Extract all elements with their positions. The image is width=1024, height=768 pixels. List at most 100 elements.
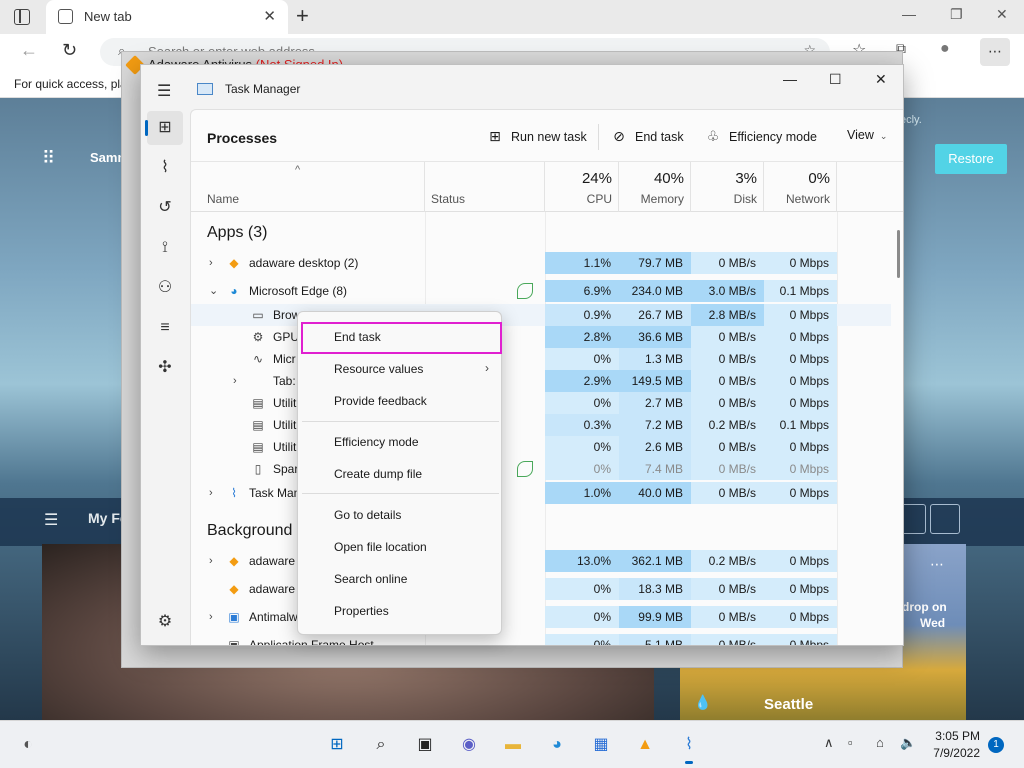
start-icon[interactable]: ⊞ [325,733,349,757]
status-column-header[interactable]: Status [425,162,545,212]
go-to-details-item[interactable]: Go to details [298,500,503,530]
startup-apps-nav-icon[interactable]: ⟟ [147,231,183,265]
apps-grid-icon[interactable]: ⠿ [42,148,57,169]
table-row[interactable]: › Tab: 2.9% 149.5 MB 0 MB/s 0 Mbps [191,370,891,392]
apps-group-heading: Apps (3) [207,224,268,241]
restore-button[interactable]: Restore [935,144,1007,174]
show-hidden-icons-icon[interactable]: ∧ [824,735,834,751]
efficiency-mode-button[interactable]: ♧ Efficiency mode [705,128,817,145]
resource-values-item[interactable]: Resource values › [298,354,503,384]
tab-new-tab[interactable]: New tab ✕ [46,0,288,34]
chevron-right-icon[interactable]: › [209,252,213,274]
table-row[interactable]: ▭ Brow 0.9% 26.7 MB 2.8 MB/s 0 Mbps [191,304,891,326]
chevron-down-icon[interactable]: ⌄ [209,280,218,302]
table-row[interactable]: › ▣ Antimalw 0% 99.9 MB 0 MB/s 0 Mbps [191,606,891,628]
services-nav-icon[interactable]: ✣ [147,351,183,385]
performance-nav-icon[interactable]: ⌇ [147,151,183,185]
menu-item-label: Go to details [334,508,402,522]
settings-menu-icon[interactable]: ⋯ [980,38,1010,66]
menu-item-label: Provide feedback [334,394,427,408]
disk-cell: 0 MB/s [691,482,764,504]
chat-icon[interactable]: ◉ [457,733,481,757]
close-icon[interactable]: ✕ [875,71,887,88]
volume-icon[interactable]: 🔈 [900,735,916,751]
details-nav-icon[interactable]: ≡ [147,311,183,345]
back-icon[interactable]: ← [20,40,38,61]
table-row[interactable]: ▤ Utilit 0% 2.6 MB 0 MB/s 0 Mbps [191,436,891,458]
task-manager-window: ☰ Task Manager — ☐ ✕ ⊞ ⌇ ↺ ⟟ ⚇ ≡ ✣ ⚙ Pro… [140,64,904,646]
close-window-icon[interactable]: ✕ [996,6,1008,23]
disk-column-label: Disk [733,192,757,206]
name-column-label: Name [207,192,240,206]
view-dropdown[interactable]: View ⌄ [847,128,887,142]
table-row[interactable]: ▤ Utilit 0.3% 7.2 MB 0.2 MB/s 0.1 Mbps [191,414,891,436]
end-task-button[interactable]: ⊘ End task [611,128,684,145]
disk-column-header[interactable]: 3% Disk [691,162,764,212]
feed-menu-icon[interactable]: ☰ [44,510,58,530]
memory-cell: 36.6 MB [619,326,691,348]
notification-badge[interactable]: 1 [988,737,1004,753]
list-view-icon[interactable] [930,504,960,534]
widgets-icon[interactable]: ◐ [16,733,40,757]
network-icon[interactable]: ⌂ [876,735,884,750]
create-dump-file-item[interactable]: Create dump file [298,459,503,489]
network-cell: 0 Mbps [764,482,837,504]
close-tab-icon[interactable]: ✕ [263,7,276,25]
table-row[interactable]: ▯ Spar 0% 7.4 MB 0 MB/s 0 Mbps [191,458,891,480]
end-task-item[interactable]: End task [298,322,503,352]
refresh-icon[interactable]: ↻ [62,40,77,61]
properties-item[interactable]: Properties [298,596,503,626]
table-row[interactable]: › ◆ adaware desktop (2) 1.1% 79.7 MB 0 MB/s 0 … [191,252,891,274]
clock[interactable]: 3:05 PM 7/9/2022 [928,729,980,760]
search-icon[interactable]: ⌕ [369,733,393,757]
chevron-right-icon[interactable]: › [233,370,237,392]
disk-cell: 0 MB/s [691,578,764,600]
name-column-header[interactable]: ^ Name [191,162,425,212]
minimize-icon[interactable]: — [902,6,916,22]
open-file-location-item[interactable]: Open file location [298,532,503,562]
weather-more-icon[interactable]: ⋯ [930,556,944,573]
new-tab-button[interactable]: + [296,3,309,29]
table-row[interactable]: ∿ Micr 0% 1.3 MB 0 MB/s 0 Mbps [191,348,891,370]
cpu-column-header[interactable]: 24% CPU [545,162,619,212]
task-manager-taskbar-icon[interactable]: ⌇ [677,733,701,764]
table-row[interactable]: ▤ Utilit 0% 2.7 MB 0 MB/s 0 Mbps [191,392,891,414]
edge-icon[interactable]: ◕ [545,733,569,757]
provide-feedback-item[interactable]: Provide feedback [298,386,503,416]
tab-actions-icon[interactable] [14,9,30,25]
memory-column-header[interactable]: 40% Memory [619,162,691,212]
table-row[interactable]: ⌄ ◕ Microsoft Edge (8) 6.9% 234.0 MB 3.0 MB/s… [191,280,891,302]
table-row[interactable]: ⚙ GPU 2.8% 36.6 MB 0 MB/s 0 Mbps [191,326,891,348]
table-row[interactable]: ▣ Application Frame Host 0% 5.1 MB 0 MB/s 0 M… [191,634,891,645]
restore-icon[interactable]: ❐ [950,6,963,23]
menu-icon[interactable]: ☰ [157,81,171,101]
chevron-right-icon[interactable]: › [209,550,213,572]
memory-cell: 234.0 MB [619,280,691,302]
task-view-icon[interactable]: ▣ [413,733,437,757]
efficiency-mode-item[interactable]: Efficiency mode [298,427,503,457]
chevron-right-icon[interactable]: › [209,482,213,504]
chevron-right-icon[interactable]: › [209,606,213,628]
tray-app-icon[interactable]: ▫ [848,735,853,750]
network-column-label: Network [785,192,830,206]
processes-nav-icon[interactable]: ⊞ [145,111,183,145]
profile-avatar[interactable]: ● [940,40,950,58]
adaware-icon[interactable]: ▲ [633,733,657,757]
file-explorer-icon[interactable]: ▬ [501,733,525,757]
app-history-nav-icon[interactable]: ↺ [147,191,183,225]
table-row[interactable]: › ⌇ Task Man 1.0% 40.0 MB 0 MB/s 0 Mbps [191,482,891,504]
users-nav-icon[interactable]: ⚇ [147,271,183,305]
taskbar: ◐ ⊞ ⌕ ▣ ◉ ▬ ◕ ▦ ▲ ⌇ ∧ ▫ ⌂ 🔈 3:05 PM 7/9/… [0,720,1024,768]
background-group-heading: Background p [207,522,306,539]
network-total: 0% [808,170,830,187]
run-new-task-button[interactable]: ⊞ Run new task [487,128,587,145]
maximize-icon[interactable]: ☐ [829,71,842,88]
minimize-icon[interactable]: — [783,71,797,87]
settings-nav-icon[interactable]: ⚙ [147,605,183,639]
network-column-header[interactable]: 0% Network [764,162,837,212]
search-online-item[interactable]: Search online [298,564,503,594]
scrollbar-thumb[interactable] [897,230,900,278]
store-icon[interactable]: ▦ [589,733,613,757]
table-row[interactable]: › ◆ adaware s 13.0% 362.1 MB 0.2 MB/s 0 Mbps [191,550,891,572]
table-row[interactable]: ◆ adaware t 0% 18.3 MB 0 MB/s 0 Mbps [191,578,891,600]
